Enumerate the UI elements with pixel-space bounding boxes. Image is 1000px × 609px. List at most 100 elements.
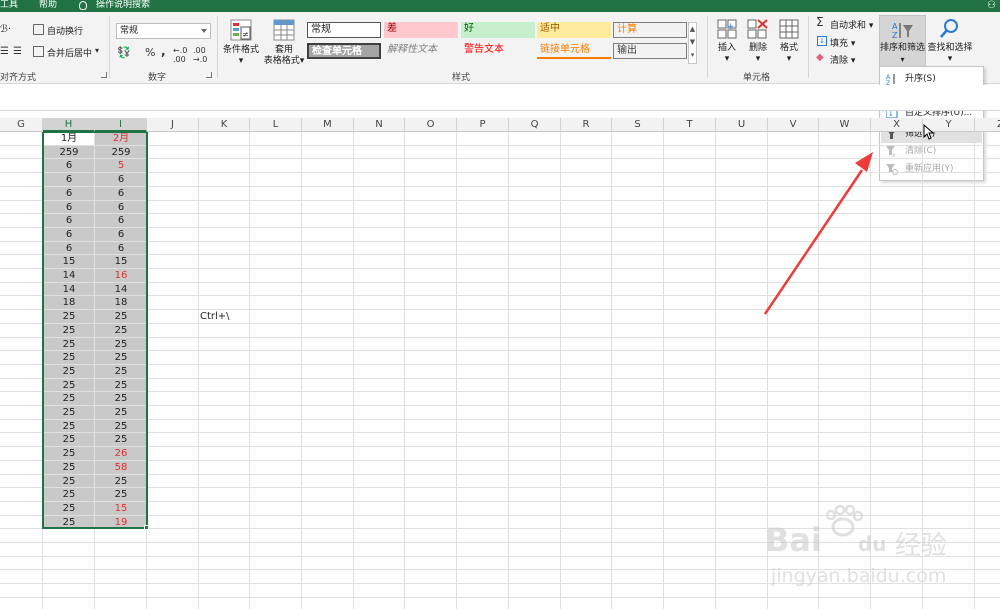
cell-style-9[interactable]: 输出 bbox=[613, 43, 687, 59]
column-header-i[interactable]: I bbox=[95, 118, 147, 132]
gridline bbox=[0, 144, 1000, 146]
gridline bbox=[0, 418, 1000, 420]
column-header-q[interactable]: Q bbox=[509, 118, 561, 132]
user-icon[interactable]: ⚇ bbox=[987, 0, 996, 11]
gridline bbox=[0, 391, 1000, 393]
group-separator bbox=[109, 16, 110, 78]
cell-style-7[interactable]: 警告文本 bbox=[461, 43, 535, 59]
currency-icon[interactable]: 💱 bbox=[117, 46, 131, 59]
column-header-u[interactable]: U bbox=[716, 118, 768, 132]
autosum-icon: Σ bbox=[816, 15, 824, 29]
cell-style-0[interactable]: 常规 bbox=[307, 22, 381, 38]
indent-right-icon[interactable]: ☰ bbox=[13, 46, 22, 57]
gridline bbox=[0, 226, 1000, 228]
format-label: 格式 bbox=[779, 43, 798, 53]
column-header-g[interactable]: G bbox=[0, 118, 43, 132]
sort-filter-icon: A Z bbox=[892, 22, 913, 40]
gridline bbox=[0, 473, 1000, 475]
delete-button[interactable]: 删除 ▾ bbox=[744, 43, 772, 65]
cell-style-1[interactable]: 差 bbox=[384, 22, 458, 38]
conditional-formatting-button[interactable]: 条件格式 ▾ bbox=[222, 45, 260, 67]
format-as-table-label-2: 表格格式 bbox=[263, 56, 300, 66]
conditional-formatting-icon: ≠ bbox=[230, 19, 252, 41]
column-header-n[interactable]: N bbox=[354, 118, 405, 132]
column-header-v[interactable]: V bbox=[768, 118, 819, 132]
cell-style-2[interactable]: 好 bbox=[461, 22, 535, 38]
cell-style-4[interactable]: 计算 bbox=[613, 22, 687, 38]
column-header-z[interactable]: Z bbox=[975, 118, 1000, 132]
lightbulb-icon bbox=[79, 1, 87, 10]
column-header-r[interactable]: R bbox=[561, 118, 612, 132]
insert-cells-icon: + bbox=[717, 19, 737, 39]
autosum-button[interactable]: 自动求和 ▾ bbox=[830, 18, 873, 31]
column-header-l[interactable]: L bbox=[250, 118, 302, 132]
chevron-down-icon bbox=[201, 29, 207, 33]
merge-dropdown-icon[interactable]: ▾ bbox=[95, 46, 99, 55]
find-select-button[interactable]: 查找和选择 ▾ bbox=[927, 43, 973, 65]
orientation-icon[interactable]: ℬ· bbox=[0, 24, 11, 35]
eraser-icon: ◆ bbox=[816, 52, 824, 63]
gridline bbox=[198, 132, 199, 609]
cell-style-5[interactable]: 检查单元格 bbox=[307, 43, 381, 59]
format-button[interactable]: 格式 ▾ bbox=[775, 43, 803, 65]
sort-filter-button[interactable]: A Z 排序和筛选 ▾ bbox=[879, 15, 926, 68]
gridline bbox=[0, 487, 1000, 489]
cell-style-6[interactable]: 解释性文本 bbox=[384, 43, 458, 59]
menu-tools[interactable]: 工具 bbox=[0, 0, 18, 11]
group-label-alignment: 对齐方式 bbox=[0, 73, 37, 83]
delete-cells-icon bbox=[747, 19, 768, 39]
column-header-p[interactable]: P bbox=[457, 118, 509, 132]
sort-filter-label: 排序和筛选 bbox=[880, 43, 926, 53]
insert-button[interactable]: 插入 ▾ bbox=[713, 43, 741, 65]
format-as-table-button[interactable]: 套用 表格格式▾ bbox=[261, 45, 307, 67]
comma-button[interactable]: , bbox=[161, 44, 166, 58]
column-header-m[interactable]: M bbox=[302, 118, 354, 132]
gridline bbox=[0, 336, 1000, 338]
column-header-t[interactable]: T bbox=[664, 118, 716, 132]
column-header-k[interactable]: K bbox=[199, 118, 250, 132]
tell-me-search[interactable]: 操作说明搜索 bbox=[96, 0, 150, 11]
watermark-url: jingyan.baidu.com bbox=[771, 565, 947, 587]
column-header-o[interactable]: O bbox=[405, 118, 457, 132]
autosum-label: 自动求和 bbox=[830, 21, 867, 31]
gridline bbox=[0, 309, 1000, 311]
gridline bbox=[0, 377, 1000, 379]
increase-decimal-icon[interactable]: ←.0.00 bbox=[173, 46, 187, 64]
menu-help[interactable]: 帮助 bbox=[39, 0, 57, 11]
column-header-h[interactable]: H bbox=[43, 118, 95, 132]
fill-handle[interactable] bbox=[144, 525, 149, 530]
number-launcher-icon[interactable] bbox=[206, 72, 212, 78]
percent-button[interactable]: % bbox=[145, 46, 155, 59]
cell-style-8[interactable]: 链接单元格 bbox=[537, 43, 611, 59]
gridline bbox=[0, 158, 1000, 160]
gallery-scroll[interactable]: ▲ ▼ ▾ bbox=[688, 22, 697, 64]
group-separator bbox=[808, 16, 809, 78]
watermark-brand-1: Bai bbox=[765, 521, 822, 559]
column-header-w[interactable]: W bbox=[819, 118, 871, 132]
watermark-brand: Bai du bbox=[765, 521, 887, 559]
delete-label: 删除 bbox=[748, 43, 767, 53]
wrap-text-button[interactable]: 自动换行 bbox=[47, 24, 83, 37]
column-header-s[interactable]: S bbox=[612, 118, 664, 132]
column-header-x[interactable]: X bbox=[871, 118, 923, 132]
group-separator bbox=[707, 16, 708, 78]
alignment-launcher-icon[interactable] bbox=[101, 72, 107, 78]
gridline bbox=[0, 500, 1000, 502]
gridline bbox=[0, 459, 1000, 461]
svg-text:A: A bbox=[892, 22, 898, 31]
fill-button[interactable]: 填充 ▾ bbox=[830, 36, 855, 49]
gridline bbox=[0, 185, 1000, 187]
menu-bar: 工具 帮助 操作说明搜索 ⚇ bbox=[0, 0, 1000, 12]
indent-icon[interactable]: ☰ bbox=[0, 46, 9, 57]
number-format-select[interactable]: 常规 bbox=[116, 23, 211, 39]
gridline bbox=[456, 132, 457, 609]
decrease-decimal-icon[interactable]: .00 →.0 bbox=[193, 46, 207, 64]
wrap-text-icon bbox=[33, 24, 44, 35]
svg-text:↓: ↓ bbox=[888, 110, 894, 118]
cell-style-3[interactable]: 适中 bbox=[537, 22, 611, 38]
ribbon: ℬ· ☰ ☰ 自动换行 合并后居中 ▾ 对齐方式 常规 💱 % , ←.0.00… bbox=[0, 12, 1000, 84]
clear-button[interactable]: 清除 ▾ bbox=[830, 53, 855, 66]
number-format-value: 常规 bbox=[120, 26, 139, 36]
column-header-j[interactable]: J bbox=[147, 118, 199, 132]
merge-center-button[interactable]: 合并后居中 bbox=[47, 46, 92, 59]
